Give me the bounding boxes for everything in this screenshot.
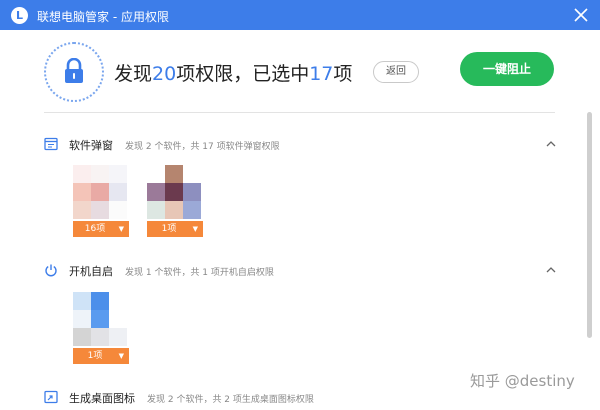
section-header-popup: 软件弹窗 发现 2 个软件，共 17 项软件弹窗权限 bbox=[44, 135, 560, 155]
scrollbar-thumb[interactable] bbox=[587, 112, 592, 338]
close-icon[interactable] bbox=[573, 7, 589, 23]
caret-down-icon: ▼ bbox=[118, 352, 124, 360]
permission-count: 1项 bbox=[87, 351, 103, 361]
selected-count: 17 bbox=[309, 63, 334, 85]
block-all-button[interactable]: 一键阻止 bbox=[460, 52, 554, 86]
app-card[interactable]: 1项 ▼ bbox=[147, 165, 203, 237]
window-title: 联想电脑管家 - 应用权限 bbox=[37, 10, 169, 24]
chevron-up-icon[interactable] bbox=[546, 139, 556, 149]
section-title: 软件弹窗 bbox=[69, 139, 113, 152]
permission-count: 16项 bbox=[84, 224, 106, 234]
app-icon-blurred bbox=[73, 292, 129, 348]
summary-prefix: 发现 bbox=[114, 63, 153, 85]
section-header-desktop-icon: 生成桌面图标 发现 2 个软件，共 2 项生成桌面图标权限 bbox=[44, 388, 560, 408]
lock-icon bbox=[65, 58, 83, 83]
power-icon bbox=[45, 264, 57, 277]
watermark: 知乎 @destiny bbox=[470, 372, 575, 390]
app-card[interactable]: 16项 ▼ bbox=[73, 165, 129, 237]
divider bbox=[44, 112, 555, 113]
permission-summary: 发现20项权限，已选中17项 bbox=[114, 59, 352, 86]
lock-badge bbox=[44, 42, 104, 102]
section-header-autostart: 开机自启 发现 1 个软件，共 1 项开机自启权限 bbox=[44, 261, 560, 281]
permission-count-dropdown[interactable]: 1项 ▼ bbox=[147, 221, 203, 237]
total-count: 20 bbox=[152, 63, 177, 85]
section-description: 发现 2 个软件，共 17 项软件弹窗权限 bbox=[125, 142, 280, 152]
desktop-shortcut-icon bbox=[44, 390, 58, 404]
summary-suffix: 项 bbox=[333, 63, 353, 85]
section-title: 生成桌面图标 bbox=[69, 392, 135, 405]
back-button[interactable]: 返回 bbox=[373, 61, 419, 83]
summary-middle: 项权限，已选中 bbox=[176, 63, 310, 85]
caret-down-icon: ▼ bbox=[192, 225, 198, 233]
app-icon-blurred bbox=[147, 165, 203, 221]
app-card[interactable]: 1项 ▼ bbox=[73, 292, 129, 364]
section-description: 发现 1 个软件，共 1 项开机自启权限 bbox=[125, 268, 274, 278]
chevron-up-icon[interactable] bbox=[546, 265, 556, 275]
permission-count-dropdown[interactable]: 16项 ▼ bbox=[73, 221, 129, 237]
app-icon-blurred bbox=[73, 165, 129, 221]
section-description: 发现 2 个软件，共 2 项生成桌面图标权限 bbox=[147, 395, 314, 405]
permission-count-dropdown[interactable]: 1项 ▼ bbox=[73, 348, 129, 364]
permission-count: 1项 bbox=[161, 224, 177, 234]
popup-window-icon bbox=[44, 137, 58, 151]
title-bar: L 联想电脑管家 - 应用权限 bbox=[0, 0, 600, 30]
app-logo-icon: L bbox=[11, 7, 28, 24]
section-title: 开机自启 bbox=[69, 265, 113, 278]
caret-down-icon: ▼ bbox=[118, 225, 124, 233]
